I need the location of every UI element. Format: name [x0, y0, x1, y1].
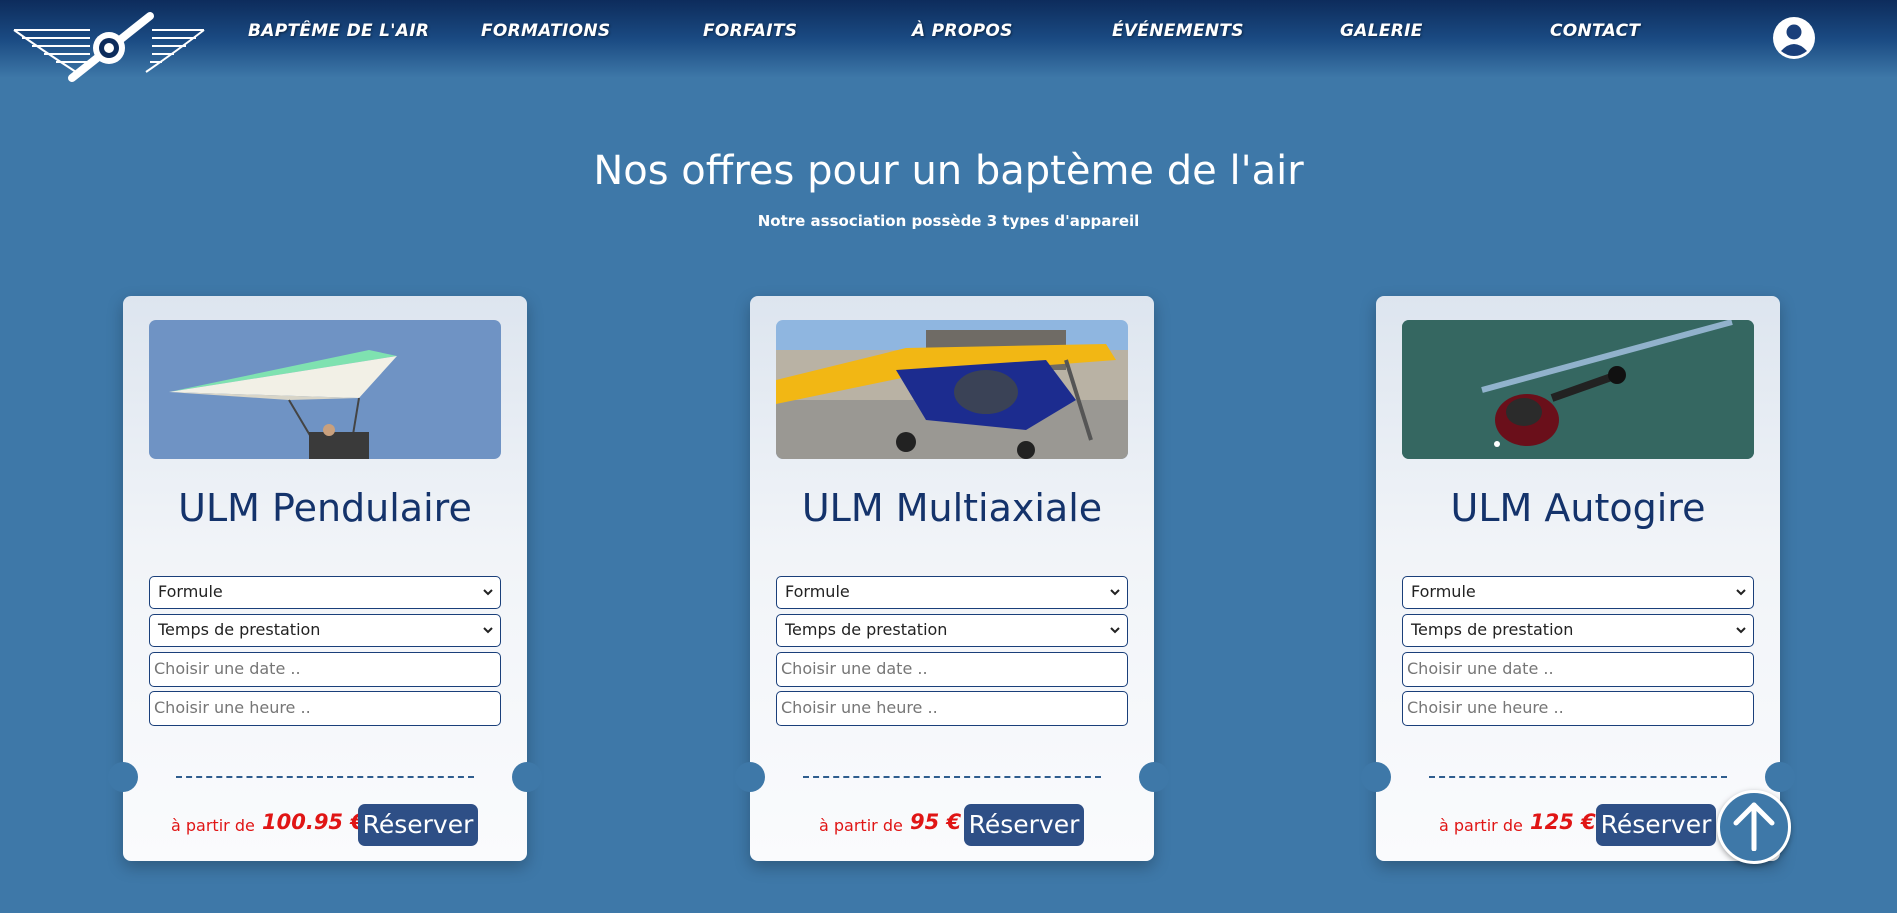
user-circle-icon[interactable] [1772, 16, 1816, 60]
formule-value: Formule [785, 582, 850, 601]
formule-select[interactable]: Formule [776, 576, 1128, 609]
chevron-down-icon [1736, 627, 1746, 634]
ticket-divider [803, 776, 1101, 778]
ticket-notch [1361, 762, 1391, 792]
temps-value: Temps de prestation [785, 620, 948, 639]
date-input[interactable]: Choisir une date .. [1402, 652, 1754, 687]
nav-contact[interactable]: CONTACT [1550, 21, 1640, 41]
ticket-notch [735, 762, 765, 792]
pendulaire-photo [149, 320, 501, 459]
date-input[interactable]: Choisir une date .. [776, 652, 1128, 687]
card-title: ULM Multiaxiale [801, 486, 1103, 530]
arrow-up-icon [1733, 802, 1775, 851]
scroll-to-top-button[interactable] [1717, 790, 1791, 864]
nav-bapteme[interactable]: BAPTÊME DE L'AIR [248, 21, 429, 41]
price-value: 100.95 € [262, 810, 365, 834]
nav-evenements[interactable]: ÉVÉNEMENTS [1112, 21, 1244, 41]
nav-galerie[interactable]: GALERIE [1340, 21, 1423, 41]
temps-value: Temps de prestation [1411, 620, 1574, 639]
page-subtitle: Notre association possède 3 types d'appa… [0, 212, 1897, 230]
chevron-down-icon [1736, 589, 1746, 596]
heure-input[interactable]: Choisir une heure .. [149, 691, 501, 726]
reserve-button[interactable]: Réserver [964, 804, 1084, 846]
ticket-notch [1139, 762, 1169, 792]
chevron-down-icon [1110, 589, 1120, 596]
price-label: à partir de [819, 816, 903, 835]
heure-input[interactable]: Choisir une heure .. [776, 691, 1128, 726]
temps-select[interactable]: Temps de prestation [1402, 614, 1754, 647]
price-value: 125 € [1530, 810, 1596, 834]
formule-value: Formule [1411, 582, 1476, 601]
nav-forfaits[interactable]: FORFAITS [703, 21, 797, 41]
reserve-button[interactable]: Réserver [358, 804, 478, 846]
nav-a-propos[interactable]: À PROPOS [912, 21, 1013, 41]
chevron-down-icon [1110, 627, 1120, 634]
ticket-divider [176, 776, 474, 778]
chevron-down-icon [483, 589, 493, 596]
nav-formations[interactable]: FORMATIONS [481, 21, 610, 41]
formule-select[interactable]: Formule [1402, 576, 1754, 609]
subtitle-emphasis: 3 types d'appareil [986, 212, 1140, 230]
offer-card-multiaxiale: ULM Multiaxiale Formule Temps de prestat… [735, 296, 1169, 861]
site-header: BAPTÊME DE L'AIR FORMATIONS FORFAITS À P… [0, 0, 1897, 82]
offer-card-autogire: ULM Autogire Formule Temps de prestation… [1361, 296, 1795, 861]
temps-select[interactable]: Temps de prestation [776, 614, 1128, 647]
date-input[interactable]: Choisir une date .. [149, 652, 501, 687]
temps-value: Temps de prestation [158, 620, 321, 639]
subtitle-text: Notre association possède [757, 212, 987, 230]
ticket-notch [108, 762, 138, 792]
offer-card-pendulaire: ULM Pendulaire Formule Temps de prestati… [108, 296, 542, 861]
multiaxiale-photo [776, 320, 1128, 459]
ticket-divider [1429, 776, 1727, 778]
formule-value: Formule [158, 582, 223, 601]
price-label: à partir de [1439, 816, 1523, 835]
autogire-photo [1402, 320, 1754, 459]
price-label: à partir de [171, 816, 255, 835]
reserve-button[interactable]: Réserver [1596, 804, 1716, 846]
card-title: ULM Autogire [1450, 486, 1706, 530]
temps-select[interactable]: Temps de prestation [149, 614, 501, 647]
card-title: ULM Pendulaire [178, 486, 472, 530]
ticket-notch [1765, 762, 1795, 792]
heure-input[interactable]: Choisir une heure .. [1402, 691, 1754, 726]
chevron-down-icon [483, 627, 493, 634]
ticket-notch [512, 762, 542, 792]
price-value: 95 € [910, 810, 962, 834]
formule-select[interactable]: Formule [149, 576, 501, 609]
page-title: Nos offres pour un baptème de l'air [593, 148, 1304, 194]
winged-propeller-logo[interactable] [12, 10, 206, 84]
